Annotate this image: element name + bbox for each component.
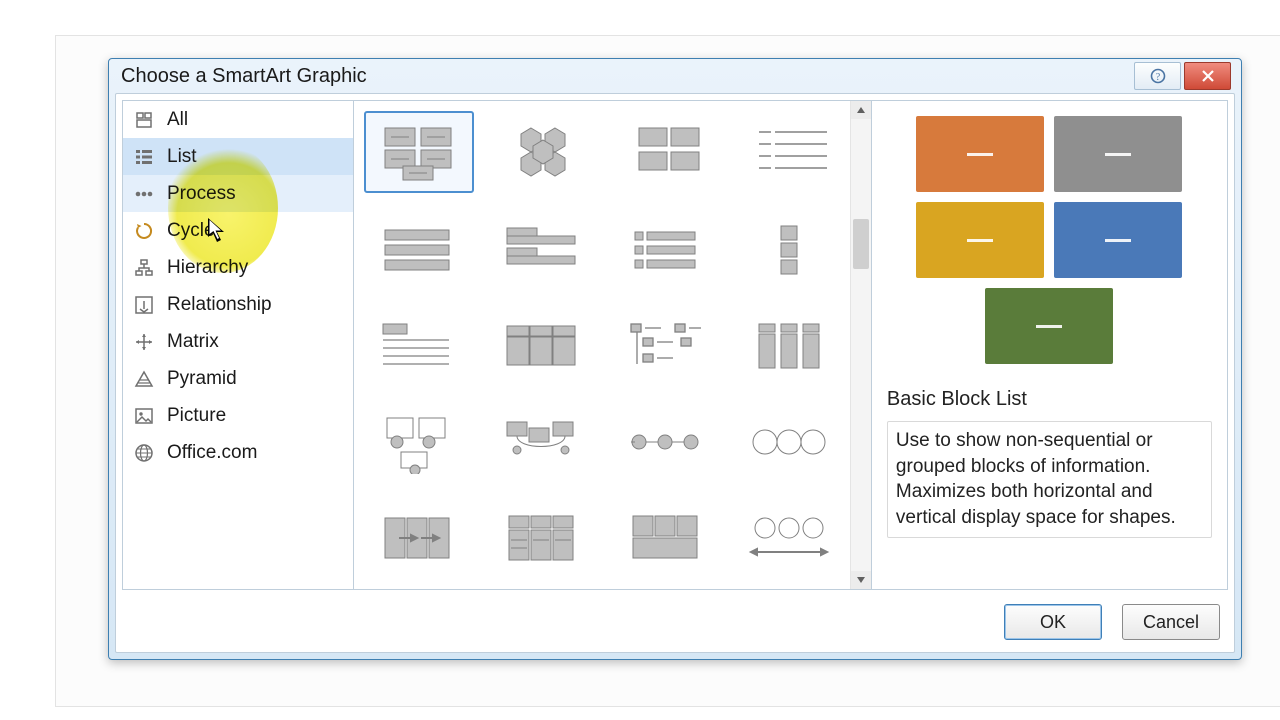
chevron-down-icon <box>856 576 866 584</box>
all-icon <box>133 109 155 131</box>
layout-grid[interactable] <box>616 111 722 189</box>
gallery-scrollbar[interactable] <box>850 101 871 589</box>
category-label: All <box>167 109 188 131</box>
category-office[interactable]: Office.com <box>123 434 353 471</box>
layout-hexagon-cluster[interactable] <box>492 111 598 189</box>
category-process[interactable]: Process <box>123 175 353 212</box>
layout-header-lines[interactable] <box>364 307 470 385</box>
layout-bending-picture[interactable] <box>488 403 594 481</box>
title-bar: Choose a SmartArt Graphic ? <box>109 59 1241 93</box>
preview-block <box>916 202 1044 278</box>
category-label: Pyramid <box>167 368 237 390</box>
category-label: Matrix <box>167 331 219 353</box>
layout-basic-block-list[interactable] <box>364 111 474 193</box>
ok-button[interactable]: OK <box>1004 604 1102 640</box>
matrix-icon <box>133 331 155 353</box>
layout-picture-caption-list[interactable] <box>364 403 470 481</box>
layout-hierarchy-bullets[interactable] <box>612 307 718 385</box>
category-picture[interactable]: Picture <box>123 397 353 434</box>
category-label: Hierarchy <box>167 257 248 279</box>
category-matrix[interactable]: Matrix <box>123 323 353 360</box>
layout-radial-venn[interactable] <box>736 403 842 481</box>
layout-stacked-bars[interactable] <box>364 211 470 289</box>
layout-gallery <box>354 100 871 590</box>
pyramid-icon <box>133 368 155 390</box>
close-button[interactable] <box>1184 62 1231 90</box>
scroll-down-button[interactable] <box>851 571 871 589</box>
process-icon <box>133 183 155 205</box>
scroll-thumb[interactable] <box>853 219 869 269</box>
layout-table-list[interactable] <box>488 307 594 385</box>
layout-connected-circles[interactable] <box>612 403 718 481</box>
preview-description: Use to show non-sequential or grouped bl… <box>887 421 1212 538</box>
globe-icon <box>133 442 155 464</box>
layout-arrow-grid[interactable] <box>364 499 470 577</box>
layout-lined-list[interactable] <box>740 111 846 189</box>
category-label: Process <box>167 183 236 205</box>
category-list-item[interactable]: List <box>123 138 353 175</box>
preview-pane: Basic Block List Use to show non-sequent… <box>871 100 1228 590</box>
smartart-dialog: Choose a SmartArt Graphic ? All List <box>108 58 1242 660</box>
category-label: Office.com <box>167 442 257 464</box>
layout-tab-list[interactable] <box>488 211 594 289</box>
layout-picture-grid[interactable] <box>612 499 718 577</box>
category-label: Relationship <box>167 294 272 316</box>
category-label: Picture <box>167 405 226 427</box>
preview-title: Basic Block List <box>887 388 1212 411</box>
layout-vertical-box-list[interactable] <box>736 211 842 289</box>
help-button[interactable]: ? <box>1134 62 1181 90</box>
picture-icon <box>133 405 155 427</box>
layout-vertical-columns[interactable] <box>736 307 842 385</box>
close-icon <box>1201 69 1215 83</box>
preview-block <box>1054 202 1182 278</box>
layout-bullet-bars[interactable] <box>612 211 718 289</box>
layout-segmented-columns[interactable] <box>488 499 594 577</box>
category-label: List <box>167 146 197 168</box>
category-cycle[interactable]: Cycle <box>123 212 353 249</box>
category-list: All List Process Cycle Hierarchy <box>122 100 354 590</box>
preview-block <box>1054 116 1182 192</box>
preview-graphic <box>887 116 1212 364</box>
help-icon: ? <box>1150 68 1166 84</box>
category-all[interactable]: All <box>123 101 353 138</box>
hierarchy-icon <box>133 257 155 279</box>
cycle-icon <box>133 220 155 242</box>
category-pyramid[interactable]: Pyramid <box>123 360 353 397</box>
scroll-track[interactable] <box>851 119 871 571</box>
layout-circle-arrow[interactable] <box>736 499 842 577</box>
relationship-icon <box>133 294 155 316</box>
dialog-title: Choose a SmartArt Graphic <box>119 65 367 88</box>
dialog-footer: OK Cancel <box>122 590 1228 646</box>
cancel-button[interactable]: Cancel <box>1122 604 1220 640</box>
preview-block <box>916 116 1044 192</box>
category-hierarchy[interactable]: Hierarchy <box>123 249 353 286</box>
preview-block <box>985 288 1113 364</box>
svg-text:?: ? <box>1155 72 1160 83</box>
category-relationship[interactable]: Relationship <box>123 286 353 323</box>
list-icon <box>133 146 155 168</box>
chevron-up-icon <box>856 106 866 114</box>
category-label: Cycle <box>167 220 215 242</box>
scroll-up-button[interactable] <box>851 101 871 119</box>
